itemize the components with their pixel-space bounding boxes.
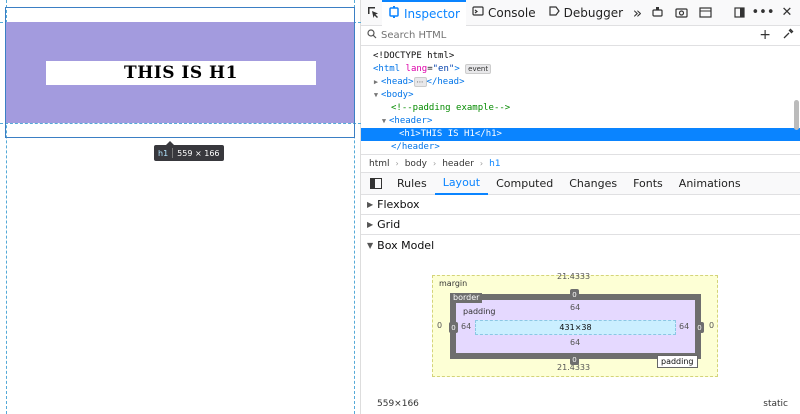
collapse-icon[interactable]: ▼ — [379, 115, 389, 128]
breadcrumb-item[interactable]: html — [369, 159, 390, 169]
markup-view: <!DOCTYPE html> <html lang="en"> event ▶… — [361, 46, 800, 154]
inspector-icon — [388, 6, 400, 21]
border-left-value[interactable]: 0 — [449, 322, 458, 333]
padding-left-value[interactable]: 64 — [461, 322, 471, 331]
box-model-diagram: margin 21.4333 21.4333 0 0 border 0 0 0 … — [361, 255, 800, 405]
search-icon — [367, 29, 377, 42]
tab-inspector[interactable]: Inspector — [381, 0, 466, 26]
meatball-icon[interactable]: ••• — [752, 2, 775, 24]
margin-top-value[interactable]: 21.4333 — [557, 272, 590, 281]
accordion-grid[interactable]: ▶ Grid — [361, 215, 800, 235]
border-top-value[interactable]: 0 — [570, 289, 579, 300]
debugger-icon — [548, 5, 560, 20]
expand-icon: ▶ — [367, 220, 374, 229]
responsive-icon[interactable] — [646, 2, 668, 24]
tab-changes[interactable]: Changes — [561, 173, 625, 195]
box-model-tooltip: padding — [657, 355, 698, 368]
more-tools-icon[interactable]: » — [629, 2, 646, 24]
margin-label: margin — [439, 279, 468, 288]
dock-icon[interactable] — [728, 2, 750, 24]
search-input[interactable]: Search HTML — [381, 30, 446, 41]
markup-line[interactable]: </header> — [361, 141, 800, 154]
event-badge[interactable]: event — [465, 64, 492, 74]
sidebar-tabs: Rules Layout Computed Changes Fonts Anim… — [361, 173, 800, 195]
tab-console[interactable]: Console — [466, 0, 542, 26]
tab-rules[interactable]: Rules — [389, 173, 435, 195]
pick-element-icon[interactable] — [365, 2, 382, 24]
collapse-icon: ▼ — [367, 240, 374, 250]
breadcrumb: html › body › header › h1 — [361, 154, 800, 173]
page-viewport: THIS IS H1 h1 559 × 166 — [0, 0, 361, 414]
ellipsis-badge[interactable]: ⋯ — [413, 77, 427, 87]
breadcrumb-item[interactable]: header — [442, 159, 474, 169]
tab-computed[interactable]: Computed — [488, 173, 561, 195]
markup-scrollbar[interactable] — [792, 92, 800, 200]
padding-label: padding — [463, 307, 496, 316]
toggle-panel-icon[interactable] — [365, 173, 387, 195]
h1-element[interactable]: THIS IS H1 — [46, 61, 316, 85]
margin-left-value[interactable]: 0 — [437, 321, 442, 330]
devtools-panel: Inspector Console Debugger » ••• ✕ Searc… — [361, 0, 800, 414]
markup-line[interactable]: ▼ <header> — [361, 115, 800, 128]
breadcrumb-item[interactable]: body — [405, 159, 427, 169]
tooltip-size: 559 × 166 — [177, 148, 220, 158]
box-model-footer: 559×166 static — [361, 394, 800, 414]
tab-debugger[interactable]: Debugger — [542, 0, 629, 26]
element-size: 559×166 — [377, 399, 419, 409]
markup-line[interactable]: ▶ <head> ⋯ </head> — [361, 76, 800, 89]
accordion-flexbox[interactable]: ▶ Flexbox — [361, 195, 800, 215]
markup-line[interactable]: <!DOCTYPE html> — [361, 50, 800, 63]
border-bottom-value[interactable]: 0 — [570, 354, 579, 365]
tab-label: Debugger — [563, 5, 624, 20]
expand-icon: ▶ — [367, 200, 374, 209]
infobar-tooltip: h1 559 × 166 — [154, 141, 224, 161]
collapse-icon[interactable]: ▼ — [371, 89, 381, 102]
accordion-box-model[interactable]: ▼ Box Model — [361, 235, 800, 255]
settings-icon[interactable] — [694, 2, 716, 24]
margin-right-value[interactable]: 0 — [709, 321, 714, 330]
screenshot-icon[interactable] — [670, 2, 692, 24]
box-model-content[interactable]: 431×38 — [475, 320, 676, 335]
markup-line-selected[interactable]: <h1>THIS IS H1</h1> — [361, 128, 800, 141]
console-icon — [472, 5, 484, 20]
tab-fonts[interactable]: Fonts — [625, 173, 671, 195]
breadcrumb-item-current[interactable]: h1 — [489, 159, 500, 169]
border-right-value[interactable]: 0 — [695, 322, 704, 333]
tab-layout[interactable]: Layout — [434, 173, 489, 195]
add-node-icon[interactable]: + — [759, 27, 771, 43]
tab-label: Inspector — [403, 6, 460, 21]
padding-right-value[interactable]: 64 — [679, 322, 689, 331]
tab-label: Console — [487, 5, 536, 20]
padding-bottom-value[interactable]: 64 — [570, 338, 580, 347]
expand-icon[interactable]: ▶ — [371, 76, 381, 89]
tooltip-tag: h1 — [158, 148, 169, 158]
eyedropper-icon[interactable] — [783, 27, 794, 43]
markup-line[interactable]: <html lang="en"> event — [361, 63, 800, 76]
close-icon[interactable]: ✕ — [776, 2, 798, 24]
markup-line[interactable]: <!--padding example--> — [361, 102, 800, 115]
padding-top-value[interactable]: 64 — [570, 303, 580, 312]
h1-text: THIS IS H1 — [124, 63, 238, 83]
devtools-toolbar: Inspector Console Debugger » ••• ✕ — [361, 0, 800, 26]
search-bar: Search HTML + — [361, 26, 800, 46]
element-position: static — [763, 399, 788, 409]
border-label: border — [450, 293, 483, 303]
markup-line[interactable]: ▼ <body> — [361, 89, 800, 102]
tab-animations[interactable]: Animations — [671, 173, 749, 195]
